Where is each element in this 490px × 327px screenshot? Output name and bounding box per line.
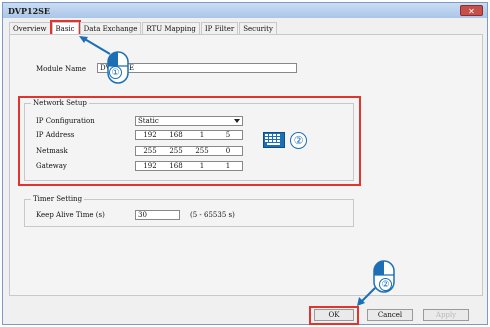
netmask-seg-4: 0 [225,147,231,155]
title-bar: DVP12SE ✕ [3,3,487,18]
step-2-keyboard-badge: ② [290,132,307,149]
tab-data-exchange[interactable]: Data Exchange [79,22,142,34]
gateway-seg-4: 1 [225,162,231,170]
gateway-seg-1: 192 [143,162,157,170]
ip-seg-3: 1 [199,131,205,139]
netmask-field[interactable]: 255 255 255 0 [135,146,243,156]
netmask-seg-1: 255 [143,147,157,155]
gateway-label: Gateway [36,162,67,170]
ip-seg-4: 5 [225,131,231,139]
network-setup-title: Network Setup [31,99,89,107]
window-title: DVP12SE [8,6,51,16]
cancel-button[interactable]: Cancel [367,309,413,321]
ip-config-value: Static [138,117,159,125]
tab-security[interactable]: Security [239,22,277,34]
close-button[interactable]: ✕ [460,5,483,16]
basic-panel: Module Name DVP12SE Network Setup IP Con… [9,34,483,296]
ip-address-field[interactable]: 192 168 1 5 [135,130,243,140]
module-name-label: Module Name [36,65,87,73]
ip-seg-1: 192 [143,131,157,139]
netmask-label: Netmask [36,147,68,155]
keep-alive-field[interactable]: 30 [135,210,180,220]
timer-setting-title: Timer Setting [31,195,85,203]
keep-alive-label: Keep Alive Time (s) [36,211,105,219]
keyboard-icon [263,132,285,148]
dialog-window: DVP12SE ✕ Overview Basic Data Exchange R… [2,2,488,325]
ip-address-label: IP Address [36,131,75,139]
step-1-badge: ① [109,66,122,79]
arrow-icon [79,36,111,55]
ip-config-select[interactable]: Static [135,116,243,126]
netmask-seg-2: 255 [169,147,183,155]
apply-button[interactable]: Apply [423,309,469,321]
ip-config-label: IP Configuration [36,117,95,125]
tab-rtu-mapping[interactable]: RTU Mapping [142,22,200,34]
ip-seg-2: 168 [169,131,183,139]
step-2-ok-badge: ② [379,278,392,291]
tab-ip-filter[interactable]: IP Filter [200,22,239,34]
netmask-seg-3: 255 [195,147,209,155]
gateway-field[interactable]: 192 168 1 1 [135,161,243,171]
gateway-seg-3: 1 [199,162,205,170]
ok-button[interactable]: OK [314,309,354,321]
tab-basic[interactable]: Basic [49,20,81,36]
gateway-seg-2: 168 [169,162,183,170]
close-icon: ✕ [468,7,475,16]
keep-alive-range: (5 - 65535 s) [190,211,235,219]
chevron-down-icon [234,119,240,123]
tab-bar: Overview Basic Data Exchange RTU Mapping… [9,20,278,36]
tab-overview[interactable]: Overview [9,22,51,34]
